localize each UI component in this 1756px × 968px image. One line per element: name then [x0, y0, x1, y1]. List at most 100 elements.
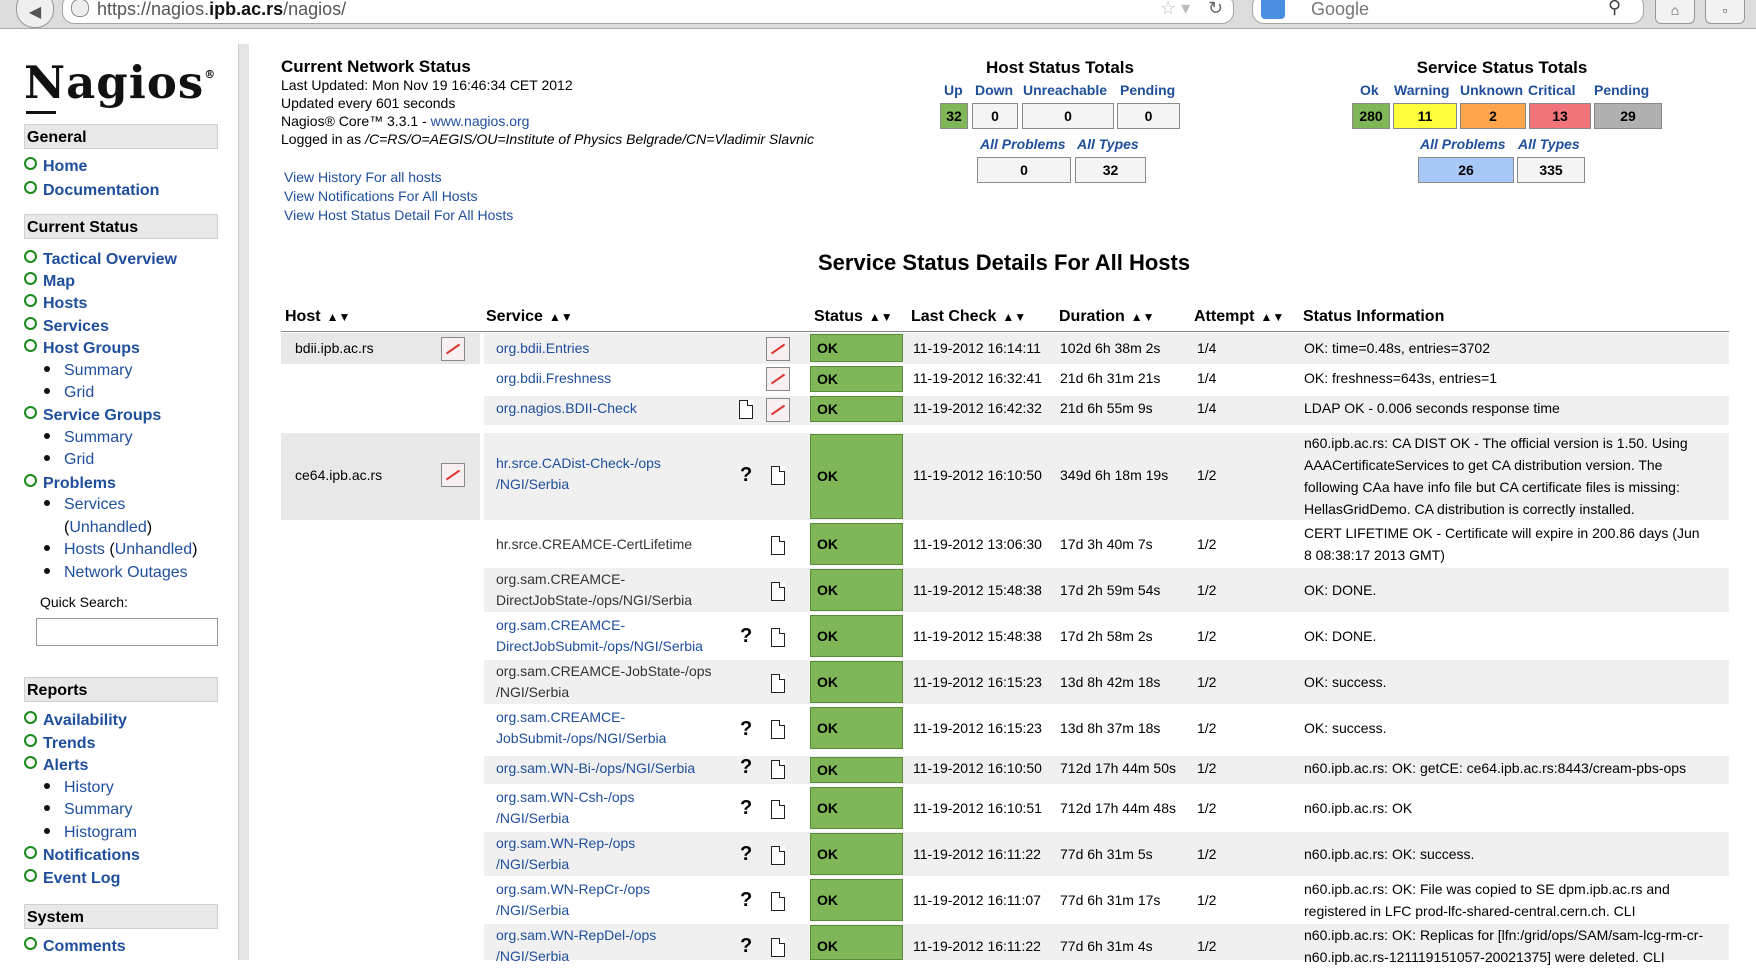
nav-pr-services-unhandled[interactable]: Unhandled	[69, 519, 146, 536]
notes-icon[interactable]	[771, 674, 785, 693]
host-down-count[interactable]: 0	[972, 103, 1018, 129]
nav-host-groups[interactable]: Host Groups	[24, 339, 140, 358]
view-host-detail-link[interactable]: View Host Status Detail For All Hosts	[284, 207, 513, 223]
service-link[interactable]: hr.srce.CREAMCE-CertLifetime	[496, 534, 692, 555]
help-icon[interactable]: ?	[740, 464, 752, 487]
sort-arrows-icon[interactable]: ▲▼	[327, 310, 351, 324]
nav-availability[interactable]: Availability	[24, 711, 127, 730]
graph-icon[interactable]	[766, 367, 790, 391]
svc-unknown-count[interactable]: 2	[1460, 103, 1526, 129]
nav-sg-grid[interactable]: Grid	[44, 451, 94, 469]
nav-pr-services[interactable]: Services	[44, 496, 125, 514]
nav-sg-summary[interactable]: Summary	[44, 429, 132, 447]
service-link[interactable]: org.sam.WN-Rep-/ops/NGI/Serbia	[496, 833, 635, 875]
col-service[interactable]: Service ▲▼	[486, 308, 573, 326]
search-bar[interactable]: Google ⚲	[1252, 0, 1644, 24]
service-link[interactable]: org.sam.CREAMCE- DirectJobState-/ops/NGI/…	[496, 569, 692, 611]
sort-arrows-icon[interactable]: ▲▼	[1260, 310, 1284, 324]
nav-network-outages[interactable]: Network Outages	[44, 564, 188, 582]
reload-icon[interactable]: ↻	[1208, 0, 1223, 19]
service-link[interactable]: org.sam.CREAMCE- DirectJobSubmit-/ops/NGI…	[496, 615, 703, 657]
graph-icon[interactable]	[766, 337, 790, 361]
notes-icon[interactable]	[771, 800, 785, 819]
service-link[interactable]: hr.srce.CADist-Check-/ops/NGI/Serbia	[496, 453, 661, 495]
nav-problems[interactable]: Problems	[24, 474, 116, 493]
nav-hg-summary[interactable]: Summary	[44, 362, 132, 380]
svc-all-types-count[interactable]: 335	[1517, 157, 1585, 183]
service-link[interactable]: org.sam.WN-Csh-/ops/NGI/Serbia	[496, 787, 634, 829]
view-history-link[interactable]: View History For all hosts	[284, 169, 442, 185]
svc-all-problems-link[interactable]: All Problems	[1420, 136, 1506, 152]
svc-ok-count[interactable]: 280	[1352, 103, 1390, 129]
nav-service-groups[interactable]: Service Groups	[24, 406, 161, 425]
service-link[interactable]: org.nagios.BDII-Check	[496, 398, 637, 419]
host-unreachable-count[interactable]: 0	[1022, 103, 1114, 129]
sort-arrows-icon[interactable]: ▲▼	[549, 310, 573, 324]
notes-icon[interactable]	[771, 846, 785, 865]
nav-alerts[interactable]: Alerts	[24, 756, 88, 775]
host-all-problems-count[interactable]: 0	[977, 157, 1071, 183]
graph-icon[interactable]	[441, 337, 465, 361]
svc-pending-count[interactable]: 29	[1594, 103, 1662, 129]
col-last-check[interactable]: Last Check ▲▼	[911, 308, 1026, 326]
help-icon[interactable]: ?	[740, 797, 752, 820]
nav-trends[interactable]: Trends	[24, 734, 95, 753]
sidebar-divider[interactable]	[238, 44, 249, 960]
nav-pr-hosts-unhandled[interactable]: Unhandled	[115, 541, 192, 558]
help-icon[interactable]: ?	[740, 625, 752, 648]
nav-home[interactable]: Home	[24, 157, 87, 176]
col-status[interactable]: Status ▲▼	[814, 308, 893, 326]
host-pending-link[interactable]: Pending	[1120, 82, 1175, 98]
col-host[interactable]: Host ▲▼	[285, 308, 350, 326]
host-all-types-link[interactable]: All Types	[1077, 136, 1139, 152]
bookmark-star-icon[interactable]: ☆ ▾	[1160, 0, 1190, 19]
help-icon[interactable]: ?	[740, 889, 752, 912]
address-bar[interactable]: https://nagios.ipb.ac.rs/nagios/	[62, 0, 1234, 24]
graph-icon[interactable]	[441, 463, 465, 487]
svc-unknown-link[interactable]: Unknown	[1460, 82, 1523, 98]
help-icon[interactable]: ?	[740, 718, 752, 741]
bookmarks-button[interactable]: ▫	[1705, 0, 1745, 24]
help-icon[interactable]: ?	[740, 935, 752, 958]
service-link[interactable]: org.sam.WN-Bi-/ops/NGI/Serbia	[496, 758, 695, 779]
graph-icon[interactable]	[766, 398, 790, 422]
service-link[interactable]: org.sam.CREAMCE-JobState-/ops/NGI/Serbia	[496, 661, 712, 703]
host-link[interactable]: bdii.ipb.ac.rs	[295, 338, 374, 359]
service-link[interactable]: org.sam.CREAMCE- JobSubmit-/ops/NGI/Serbi…	[496, 707, 666, 749]
notes-icon[interactable]	[771, 892, 785, 911]
home-button[interactable]: ⌂	[1655, 0, 1695, 24]
nav-map[interactable]: Map	[24, 272, 75, 291]
notes-icon[interactable]	[771, 466, 785, 485]
nav-services[interactable]: Services	[24, 317, 109, 336]
sort-arrows-icon[interactable]: ▲▼	[1131, 310, 1155, 324]
svc-critical-link[interactable]: Critical	[1528, 82, 1575, 98]
nav-event-log[interactable]: Event Log	[24, 869, 120, 888]
notes-icon[interactable]	[771, 938, 785, 957]
notes-icon[interactable]	[771, 628, 785, 647]
col-duration[interactable]: Duration ▲▼	[1059, 308, 1155, 326]
host-up-count[interactable]: 32	[940, 103, 968, 129]
svc-ok-link[interactable]: Ok	[1360, 82, 1379, 98]
host-all-types-count[interactable]: 32	[1075, 157, 1146, 183]
help-icon[interactable]: ?	[740, 843, 752, 866]
host-link[interactable]: ce64.ipb.ac.rs	[295, 465, 382, 486]
nav-notifications[interactable]: Notifications	[24, 846, 140, 865]
svc-all-problems-count[interactable]: 26	[1418, 157, 1514, 183]
svc-critical-count[interactable]: 13	[1529, 103, 1591, 129]
notes-icon[interactable]	[771, 536, 785, 555]
host-up-link[interactable]: Up	[944, 82, 963, 98]
host-all-problems-link[interactable]: All Problems	[980, 136, 1066, 152]
nav-al-history[interactable]: History	[44, 779, 114, 797]
help-icon[interactable]: ?	[740, 756, 752, 779]
host-pending-count[interactable]: 0	[1117, 103, 1180, 129]
svc-pending-link[interactable]: Pending	[1594, 82, 1649, 98]
service-link[interactable]: org.bdii.Freshness	[496, 368, 611, 389]
nav-pr-hosts[interactable]: Hosts (Unhandled)	[44, 541, 197, 559]
svc-warning-count[interactable]: 11	[1393, 103, 1457, 129]
quick-search-input[interactable]	[36, 618, 218, 646]
magnifier-icon[interactable]: ⚲	[1608, 0, 1621, 18]
view-notifications-link[interactable]: View Notifications For All Hosts	[284, 188, 477, 204]
service-link[interactable]: org.sam.WN-RepDel-/ops/NGI/Serbia	[496, 925, 656, 967]
service-link[interactable]: org.bdii.Entries	[496, 338, 589, 359]
nav-hg-grid[interactable]: Grid	[44, 384, 94, 402]
